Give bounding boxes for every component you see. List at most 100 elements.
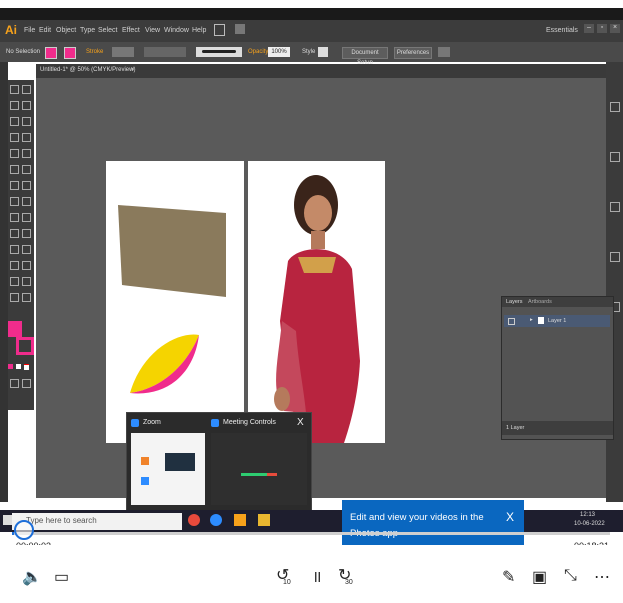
variable-width-dropdown[interactable]	[144, 47, 186, 57]
zoom-taskbar-icon[interactable]	[210, 514, 222, 526]
type-tool-icon[interactable]	[22, 117, 31, 126]
slice-tool-icon[interactable]	[22, 277, 31, 286]
shape-builder-icon[interactable]	[10, 213, 19, 222]
color-panel-icon[interactable]	[610, 102, 620, 112]
layer-row[interactable]: ▸ Layer 1	[504, 315, 610, 327]
paintbrush-icon[interactable]	[10, 149, 19, 158]
left-dock	[0, 62, 8, 502]
mini-view-icon[interactable]: ▣	[532, 567, 547, 587]
photos-notification[interactable]: Edit and view your videos in the Photos …	[342, 500, 524, 550]
stroke-color-icon[interactable]	[16, 337, 34, 355]
artboard-tool-icon[interactable]	[10, 277, 19, 286]
none-mode-icon[interactable]	[24, 364, 29, 370]
layer-name[interactable]: Layer 1	[548, 318, 566, 324]
graph-tool-icon[interactable]	[22, 261, 31, 270]
opacity-field[interactable]: 100%	[268, 47, 290, 57]
menu-type[interactable]: Type	[80, 27, 95, 34]
zoom-tool-icon[interactable]	[22, 293, 31, 302]
subtitles-icon[interactable]: ▭	[54, 567, 69, 587]
magic-wand-icon[interactable]	[10, 101, 19, 110]
symbol-sprayer-icon[interactable]	[10, 261, 19, 270]
bridge-icon[interactable]	[214, 24, 225, 36]
file-explorer-icon[interactable]	[258, 514, 270, 526]
arrange-docs-icon[interactable]	[235, 24, 245, 34]
gradient-mode-icon[interactable]	[16, 364, 21, 369]
color-mode-icon[interactable]	[8, 364, 13, 369]
visibility-eye-icon[interactable]	[508, 318, 515, 325]
swatches-panel-icon[interactable]	[610, 152, 620, 162]
woman-photo[interactable]	[248, 161, 385, 443]
direct-selection-tool-icon[interactable]	[22, 85, 31, 94]
blob-brush-icon[interactable]	[10, 165, 19, 174]
blend-tool-icon[interactable]	[22, 245, 31, 254]
artboard-1[interactable]	[106, 161, 244, 443]
fill-swatch[interactable]	[45, 47, 57, 59]
line-tool-icon[interactable]	[10, 133, 19, 142]
chrome-icon[interactable]	[188, 514, 200, 526]
opacity-label[interactable]: Opacity	[248, 49, 268, 55]
menu-file[interactable]: File	[24, 27, 35, 34]
close-window-icon[interactable]: ×	[610, 24, 620, 33]
taskbar-search[interactable]: Type here to search	[12, 513, 182, 530]
menu-view[interactable]: View	[145, 27, 160, 34]
fill-color-icon[interactable]	[8, 321, 22, 337]
document-setup-button[interactable]: Document Setup	[342, 47, 388, 66]
draw-mode-icon[interactable]	[10, 379, 19, 388]
symbols-panel-icon[interactable]	[610, 252, 620, 262]
mesh-tool-icon[interactable]	[10, 229, 19, 238]
artboard-1-shapes	[118, 205, 226, 394]
menu-edit[interactable]: Edit	[39, 27, 51, 34]
workspace-switcher[interactable]: Essentials	[546, 27, 578, 34]
eyedropper-icon[interactable]	[10, 245, 19, 254]
stroke-label[interactable]: Stroke	[86, 49, 103, 55]
brown-rectangle-shape[interactable]	[118, 205, 226, 297]
menu-help[interactable]: Help	[192, 27, 206, 34]
brush-definition-dropdown[interactable]	[196, 47, 242, 57]
menu-select[interactable]: Select	[98, 27, 117, 34]
scale-tool-icon[interactable]	[22, 181, 31, 190]
artboards-tab[interactable]: Artboards	[528, 299, 552, 305]
menu-object[interactable]: Object	[56, 27, 76, 34]
width-tool-icon[interactable]	[10, 197, 19, 206]
stroke-swatch[interactable]	[64, 47, 76, 59]
free-transform-icon[interactable]	[22, 197, 31, 206]
close-tab-icon[interactable]: ×	[131, 67, 135, 73]
gradient-tool-icon[interactable]	[22, 229, 31, 238]
hand-tool-icon[interactable]	[10, 293, 19, 302]
selection-tool-icon[interactable]	[10, 85, 19, 94]
minimize-icon[interactable]: –	[584, 24, 594, 33]
more-options-icon[interactable]: ⋯	[594, 567, 610, 587]
seek-thumb[interactable]	[14, 520, 34, 540]
document-tab[interactable]: Untitled-1* @ 50% (CMYK/Preview)	[40, 67, 135, 73]
popup-close-icon[interactable]: X	[297, 417, 304, 428]
brushes-panel-icon[interactable]	[610, 202, 620, 212]
rectangle-tool-icon[interactable]	[22, 133, 31, 142]
pen-tool-icon[interactable]	[10, 117, 19, 126]
menu-effect[interactable]: Effect	[122, 27, 140, 34]
notification-close-icon[interactable]: X	[506, 510, 514, 524]
screen-mode-icon[interactable]	[22, 379, 31, 388]
meeting-controls-thumbnail[interactable]	[211, 433, 307, 505]
edit-pencil-icon[interactable]: ✎	[502, 567, 515, 587]
zoom-window-thumbnail[interactable]	[131, 433, 205, 505]
arrange-icon[interactable]	[438, 47, 450, 57]
volume-icon[interactable]: 🔈	[22, 567, 42, 587]
layers-tab[interactable]: Layers	[506, 299, 523, 305]
pencil-icon[interactable]	[22, 149, 31, 158]
exit-fullscreen-icon[interactable]: ⤡	[564, 567, 577, 585]
lasso-icon[interactable]	[22, 101, 31, 110]
preferences-button[interactable]: Preferences	[394, 47, 432, 59]
pause-icon[interactable]: ॥	[312, 565, 322, 587]
style-swatch[interactable]	[318, 47, 328, 57]
eraser-icon[interactable]	[22, 165, 31, 174]
stroke-weight-field[interactable]	[112, 47, 134, 57]
perspective-grid-icon[interactable]	[22, 213, 31, 222]
illustrator-taskbar-icon[interactable]	[234, 514, 246, 526]
menu-window[interactable]: Window	[164, 27, 189, 34]
restore-icon[interactable]: ▫	[597, 24, 607, 33]
artboard-2[interactable]	[248, 161, 385, 443]
seek-bar[interactable]	[12, 532, 610, 535]
app-logo: Ai	[5, 23, 17, 37]
rotate-tool-icon[interactable]	[10, 181, 19, 190]
expand-arrow-icon[interactable]: ▸	[530, 317, 533, 323]
